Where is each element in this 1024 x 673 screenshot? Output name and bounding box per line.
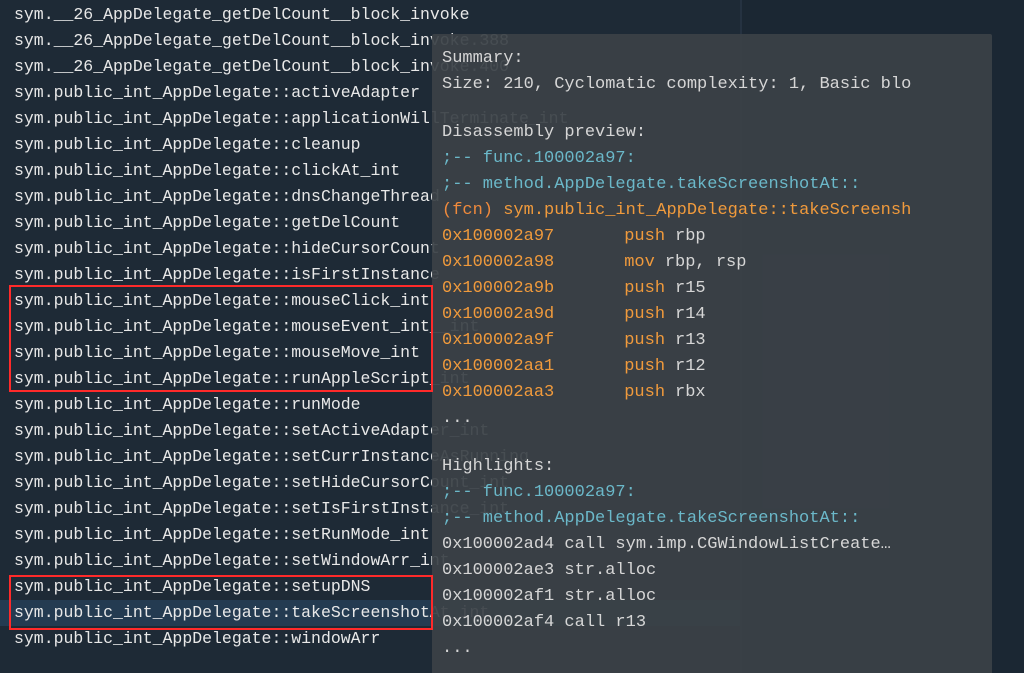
symbol-text: sym.public_int_AppDelegate::mouseEvent_i… [14, 314, 479, 340]
symbol-text: sym.public_int_AppDelegate::runMode [14, 392, 361, 418]
symbol-text: sym.public_int_AppDelegate::takeScreensh… [14, 600, 489, 626]
symbol-text: sym.public_int_AppDelegate::runAppleScri… [14, 366, 469, 392]
highlight-row: 0x100002af4 call r13 [432, 610, 992, 636]
symbol-text: sym.__26_AppDelegate_getDelCount__block_… [14, 2, 469, 28]
disasm-row: 0x100002a9dpushr14 [432, 302, 992, 328]
symbol-text: sym.public_int_AppDelegate::cleanup [14, 132, 361, 158]
hl-func-1: ;-- func.100002a97: [432, 480, 992, 506]
disasm-row: 0x100002aa1pushr12 [432, 354, 992, 380]
symbol-text: sym.public_int_AppDelegate::isFirstInsta… [14, 262, 440, 288]
symbol-text: sym.public_int_AppDelegate::getDelCount [14, 210, 400, 236]
viewport: sym.__26_AppDelegate_getDelCount__block_… [0, 0, 1024, 673]
disasm-row: 0x100002aa3pushrbx [432, 380, 992, 406]
disasm-row: 0x100002a9fpushr13 [432, 328, 992, 354]
disasm-row: 0x100002a98movrbp, rsp [432, 250, 992, 276]
symbol-text: sym.public_int_AppDelegate::activeAdapte… [14, 80, 420, 106]
symbol-text: sym.public_int_AppDelegate::hideCursorCo… [14, 236, 440, 262]
symbol-row[interactable]: sym.__26_AppDelegate_getDelCount__block_… [0, 2, 740, 28]
symbol-text: sym.public_int_AppDelegate::mouseMove_in… [14, 340, 420, 366]
highlights-label: Highlights: [432, 454, 992, 480]
highlight-row: 0x100002af1 str.alloc [432, 584, 992, 610]
disasm-label: Disassembly preview: [432, 120, 992, 146]
symbol-text: sym.public_int_AppDelegate::clickAt_int [14, 158, 400, 184]
highlight-row: 0x100002ad4 call sym.imp.CGWindowListCre… [432, 532, 992, 558]
symbol-text: sym.public_int_AppDelegate::windowArr [14, 626, 380, 652]
symbol-text: sym.public_int_AppDelegate::setRunMode_i… [14, 522, 430, 548]
symbol-text: sym.public_int_AppDelegate::setWindowArr… [14, 548, 450, 574]
func-line-2: ;-- method.AppDelegate.takeScreenshotAt:… [432, 172, 992, 198]
highlight-row: 0x100002ae3 str.alloc [432, 558, 992, 584]
symbol-text: sym.public_int_AppDelegate::mouseClick_i… [14, 288, 430, 314]
disasm-row: 0x100002a97pushrbp [432, 224, 992, 250]
symbol-text: sym.public_int_AppDelegate::setActiveAda… [14, 418, 489, 444]
preview-tooltip: Summary: Size: 210, Cyclomatic complexit… [432, 34, 992, 673]
fcn-line: (fcn) sym.public_int_AppDelegate::takeSc… [432, 198, 992, 224]
hl-func-2: ;-- method.AppDelegate.takeScreenshotAt:… [432, 506, 992, 532]
dots-2: ... [432, 636, 992, 662]
disasm-row: 0x100002a9bpushr15 [432, 276, 992, 302]
summary-label: Summary: [432, 46, 992, 72]
summary-line: Size: 210, Cyclomatic complexity: 1, Bas… [432, 72, 992, 98]
func-line-1: ;-- func.100002a97: [432, 146, 992, 172]
symbol-text: sym.public_int_AppDelegate::dnsChangeThr… [14, 184, 440, 210]
symbol-text: sym.public_int_AppDelegate::setupDNS [14, 574, 370, 600]
dots-1: ... [432, 406, 992, 432]
